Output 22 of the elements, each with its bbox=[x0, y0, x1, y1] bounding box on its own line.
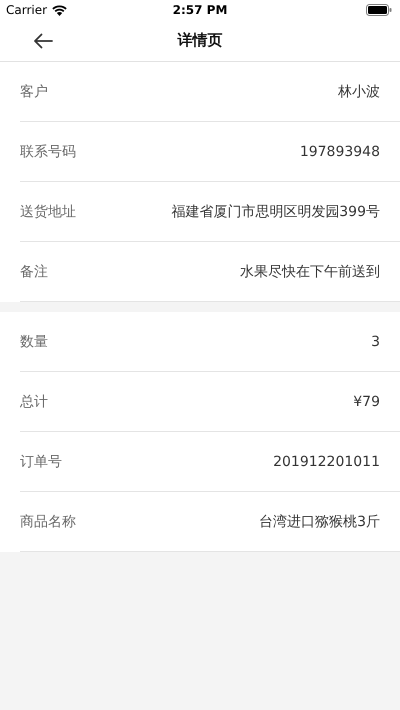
carrier-label: Carrier bbox=[6, 3, 48, 17]
field-value: 台湾进口猕猴桃3斤 bbox=[259, 512, 380, 530]
wifi-icon bbox=[52, 4, 68, 16]
field-value: 3 bbox=[371, 334, 380, 350]
field-label: 客户 bbox=[20, 82, 48, 100]
field-label: 商品名称 bbox=[20, 512, 76, 530]
field-value: ¥79 bbox=[353, 394, 380, 410]
status-time: 2:57 PM bbox=[172, 3, 228, 17]
field-value: 201912201011 bbox=[273, 454, 380, 470]
field-label: 订单号 bbox=[20, 452, 62, 470]
back-arrow-icon[interactable] bbox=[33, 33, 53, 49]
battery-icon bbox=[366, 4, 392, 16]
field-value: 福建省厦门市思明区明发园399号 bbox=[171, 202, 380, 220]
field-value: 水果尽快在下午前送到 bbox=[240, 262, 380, 280]
field-value: 197893948 bbox=[300, 144, 380, 160]
field-label: 总计 bbox=[20, 392, 48, 410]
page-title: 详情页 bbox=[178, 31, 222, 50]
field-value: 林小波 bbox=[338, 82, 380, 100]
field-label: 备注 bbox=[20, 262, 48, 280]
field-label: 联系号码 bbox=[20, 142, 76, 160]
field-label: 送货地址 bbox=[20, 202, 76, 220]
field-label: 数量 bbox=[20, 332, 48, 350]
